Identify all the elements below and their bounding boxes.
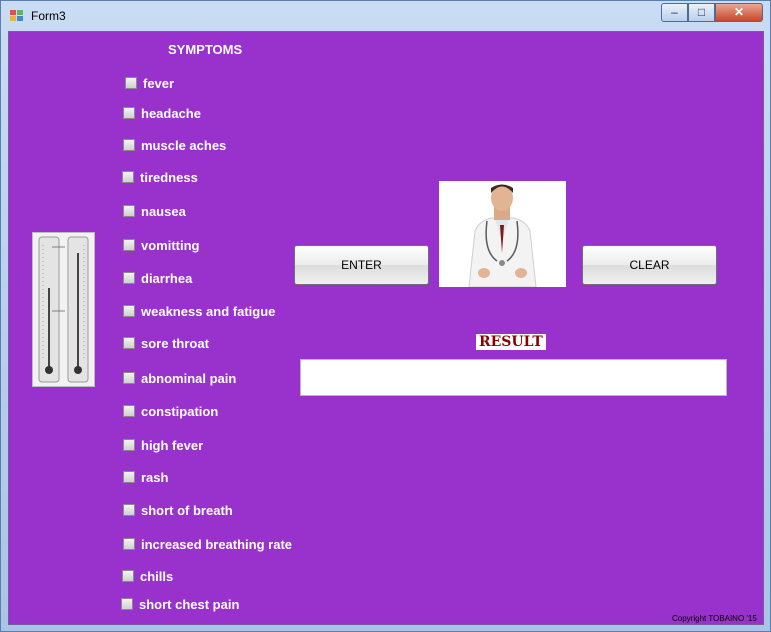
doctor-image bbox=[439, 181, 566, 287]
symptom-checkbox[interactable] bbox=[123, 405, 135, 417]
symptoms-heading: SYMPTOMS bbox=[168, 42, 243, 57]
close-button[interactable]: ✕ bbox=[715, 3, 763, 22]
window-title: Form3 bbox=[31, 9, 66, 23]
form-client-area: SYMPTOMS fever headache muscle aches tir… bbox=[8, 31, 764, 625]
symptom-label: constipation bbox=[141, 404, 219, 419]
symptom-checkbox[interactable] bbox=[123, 471, 135, 483]
minimize-button[interactable]: – bbox=[661, 3, 688, 22]
close-icon: ✕ bbox=[733, 5, 745, 19]
symptom-label: sore throat bbox=[141, 336, 209, 351]
symptom-checkbox[interactable] bbox=[122, 570, 134, 582]
symptom-checkbox[interactable] bbox=[121, 598, 133, 610]
symptom-checkbox[interactable] bbox=[123, 239, 135, 251]
thermometer-image bbox=[32, 232, 95, 387]
symptom-label: vomitting bbox=[141, 238, 200, 253]
symptom-label: increased breathing rate bbox=[141, 537, 292, 552]
symptom-checkbox[interactable] bbox=[123, 139, 135, 151]
symptom-checkbox[interactable] bbox=[123, 337, 135, 349]
result-textbox[interactable] bbox=[300, 359, 727, 396]
symptom-checkbox[interactable] bbox=[123, 538, 135, 550]
symptom-label: abnominal pain bbox=[141, 371, 237, 386]
symptom-label: chills bbox=[140, 569, 174, 584]
result-label: RESULT bbox=[476, 334, 546, 350]
symptom-checkbox[interactable] bbox=[123, 305, 135, 317]
symptom-label: fever bbox=[143, 76, 175, 91]
maximize-button[interactable]: □ bbox=[688, 3, 715, 22]
form-icon bbox=[10, 10, 24, 22]
symptom-label: short chest pain bbox=[139, 597, 240, 612]
maximize-icon: □ bbox=[697, 5, 706, 19]
symptom-checkbox[interactable] bbox=[122, 171, 134, 183]
minimize-icon: – bbox=[671, 5, 678, 19]
app-window: Form3 – □ ✕ SYMPTOMS fever headache musc… bbox=[0, 0, 771, 632]
symptom-checkbox[interactable] bbox=[123, 372, 135, 384]
symptom-label: nausea bbox=[141, 204, 186, 219]
symptom-checkbox[interactable] bbox=[123, 272, 135, 284]
title-bar[interactable]: Form3 – □ ✕ bbox=[1, 1, 770, 31]
enter-button[interactable]: ENTER bbox=[294, 245, 429, 285]
symptom-label: weakness and fatigue bbox=[141, 304, 276, 319]
copyright-text: Copyright TOBAINO '15 bbox=[672, 614, 757, 623]
symptom-label: rash bbox=[141, 470, 169, 485]
symptom-label: muscle aches bbox=[141, 138, 227, 153]
symptom-checkbox[interactable] bbox=[123, 205, 135, 217]
symptom-checkbox[interactable] bbox=[123, 439, 135, 451]
symptom-checkbox[interactable] bbox=[125, 77, 137, 89]
symptom-label: headache bbox=[141, 106, 201, 121]
symptom-label: short of breath bbox=[141, 503, 233, 518]
symptom-checkbox[interactable] bbox=[123, 504, 135, 516]
symptom-checkbox[interactable] bbox=[123, 107, 135, 119]
symptom-label: diarrhea bbox=[141, 271, 193, 286]
symptom-label: tiredness bbox=[140, 170, 198, 185]
symptom-label: high fever bbox=[141, 438, 204, 453]
clear-button[interactable]: CLEAR bbox=[582, 245, 717, 285]
